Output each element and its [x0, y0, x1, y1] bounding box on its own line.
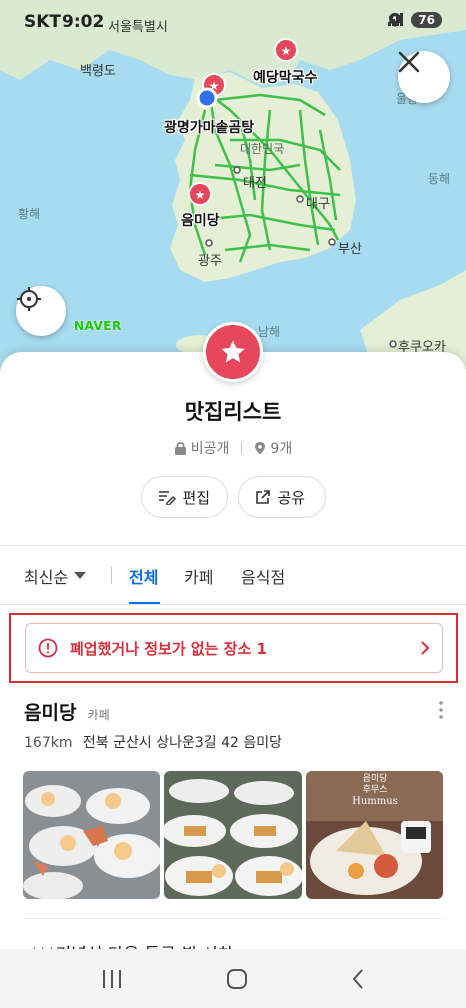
visibility-info: 비공개 — [174, 438, 230, 458]
pin-icon — [255, 442, 266, 455]
map-label-baengnyeongdo: 백령도 — [80, 64, 116, 79]
place-name[interactable]: 음미당 — [24, 702, 76, 724]
svg-text:후무스: 후무스 — [362, 784, 387, 795]
alert-text: 폐업했거나 정보가 없는 장소 1 — [70, 639, 267, 658]
count-info: 9개 — [254, 438, 292, 458]
place-distance: 167km — [24, 735, 73, 751]
list-meta: 비공개 9개 — [0, 438, 466, 458]
sort-dropdown[interactable]: 최신순 — [24, 564, 87, 588]
map-label-hwanghae: 황해 — [18, 207, 41, 221]
food-photo — [164, 771, 302, 899]
place-photos: 음미당 후무스 Hummus — [23, 771, 443, 899]
caret-down-icon — [74, 572, 87, 579]
status-icons: 5G 76 — [388, 12, 442, 28]
star-icon — [221, 340, 245, 363]
map-label-namhae: 남해 — [258, 325, 281, 339]
meta-divider — [241, 442, 243, 454]
home-icon[interactable] — [225, 967, 249, 991]
edit-label: 편집 — [182, 488, 211, 507]
place-photo-3[interactable]: 음미당 후무스 Hummus — [305, 771, 443, 899]
chevron-right-icon — [421, 641, 430, 655]
closed-places-highlight: 폐업했거나 정보가 없는 장소 1 — [9, 613, 458, 683]
sort-label: 최신순 — [24, 568, 69, 587]
battery-indicator: 76 — [411, 12, 442, 28]
tab-all[interactable]: 전체 — [129, 564, 158, 588]
place-item[interactable]: 음미당 카페 167km 전북 군산시 상나운3길 42 음미당 — [24, 698, 444, 751]
visibility-label: 비공개 — [190, 441, 230, 457]
list-actions: 편집 공유 — [0, 476, 466, 518]
map-label-daegu: 대구 — [306, 197, 330, 212]
place-address-line: 167km 전북 군산시 상나운3길 42 음미당 — [24, 732, 282, 752]
edit-icon — [158, 491, 176, 505]
close-icon — [398, 51, 420, 73]
place-photo-2[interactable] — [164, 771, 302, 899]
map-label-gwangju: 광주 — [198, 254, 222, 269]
food-photo — [23, 771, 161, 899]
filter-divider-bottom — [0, 604, 466, 605]
signal-icon — [388, 13, 404, 26]
clock: 9:02 — [62, 12, 105, 32]
current-location-button[interactable] — [16, 286, 66, 336]
close-button[interactable] — [398, 51, 450, 103]
svg-text:★: ★ — [281, 44, 292, 58]
map-label-busan: 부산 — [338, 242, 362, 257]
naver-logo: NAVER — [74, 319, 122, 333]
system-nav-bar — [0, 949, 466, 1008]
map-label-gwangmyeong[interactable]: 광명가마솥곰탕 — [164, 117, 254, 137]
map-label-yedang[interactable]: 예당막국수 — [253, 67, 317, 87]
recent-apps-icon[interactable] — [100, 968, 124, 990]
lock-icon — [174, 442, 186, 455]
place-address: 전북 군산시 상나운3길 42 음미당 — [82, 735, 283, 751]
carrier-label: SKT — [24, 12, 62, 32]
alert-icon — [38, 638, 58, 658]
list-title: 맛집리스트 — [184, 400, 282, 424]
share-button[interactable]: 공유 — [237, 476, 326, 518]
status-bar: SKT 9:02 5G 76 — [0, 0, 466, 44]
tab-restaurant[interactable]: 음식점 — [241, 564, 285, 588]
map-label-korea: 대한민국 — [240, 142, 285, 156]
svg-text:음미당: 음미당 — [362, 773, 387, 784]
more-options-icon[interactable] — [438, 700, 444, 720]
edit-button[interactable]: 편집 — [140, 476, 228, 518]
filter-bar: 최신순 전체 카페 음식점 — [0, 546, 466, 605]
crosshair-icon — [17, 287, 41, 311]
map-label-eummidang[interactable]: 음미당 — [181, 210, 220, 230]
map-label-donghae: 동해 — [428, 172, 451, 186]
list-star-badge — [203, 322, 263, 382]
item-divider — [24, 918, 444, 919]
tab-cafe[interactable]: 카페 — [184, 564, 213, 588]
place-category: 카페 — [87, 708, 110, 722]
food-photo: 음미당 후무스 Hummus — [305, 771, 443, 899]
map-label-daejeon: 대전 — [243, 176, 267, 191]
svg-text:Hummus: Hummus — [352, 796, 398, 807]
place-photo-1[interactable] — [23, 771, 161, 899]
share-icon — [255, 490, 270, 504]
filter-divider — [111, 566, 112, 584]
svg-text:★: ★ — [195, 188, 206, 202]
back-icon[interactable] — [350, 967, 366, 991]
closed-places-alert[interactable]: 폐업했거나 정보가 없는 장소 1 — [25, 623, 443, 673]
share-label: 공유 — [277, 488, 306, 507]
place-count: 9개 — [270, 441, 293, 457]
